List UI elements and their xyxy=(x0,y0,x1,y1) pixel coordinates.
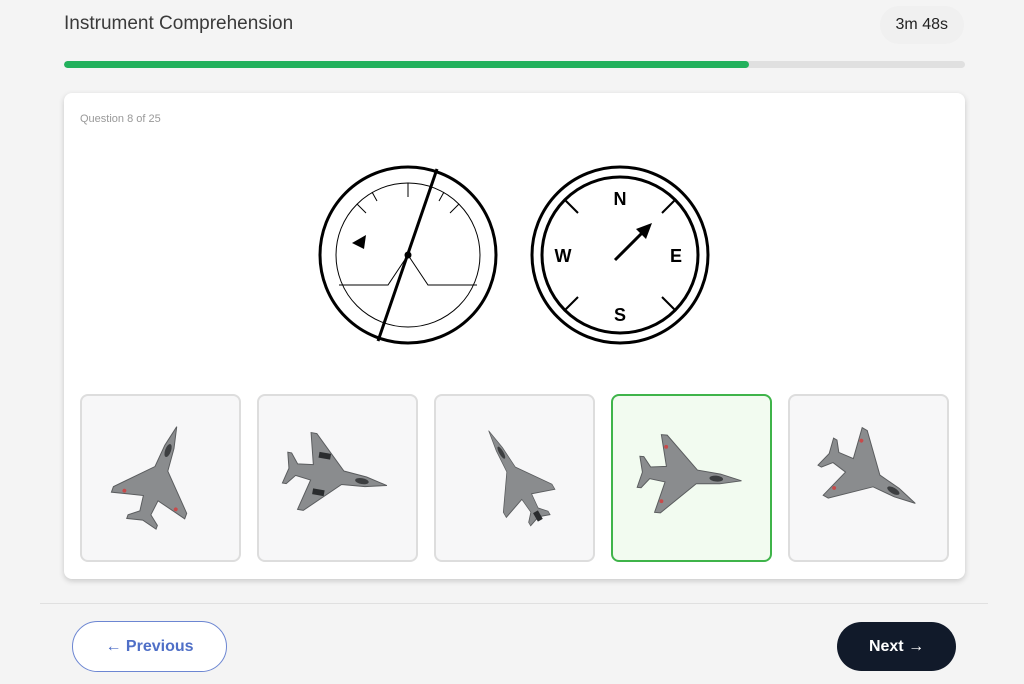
question-number: Question 8 of 25 xyxy=(80,113,161,125)
page-title: Instrument Comprehension xyxy=(64,13,294,34)
answer-options xyxy=(80,394,949,562)
answer-option-2[interactable] xyxy=(257,394,418,562)
compass-indicator: N E S W xyxy=(530,165,710,345)
jet-aircraft-icon xyxy=(488,430,556,527)
attitude-indicator xyxy=(318,165,498,345)
answer-option-5[interactable] xyxy=(788,394,949,562)
compass-n: N xyxy=(614,189,627,209)
question-card: Question 8 of 25 N E S W xyxy=(64,93,965,579)
jet-aircraft-icon xyxy=(110,426,188,530)
compass-e: E xyxy=(670,246,682,266)
timer-badge: 3m 48s xyxy=(879,6,964,44)
jet-aircraft-icon xyxy=(817,426,916,504)
previous-button[interactable]: ← Previous xyxy=(72,621,227,672)
next-button[interactable]: Next → xyxy=(837,622,956,671)
compass-w: W xyxy=(555,246,572,266)
answer-option-4[interactable] xyxy=(611,394,772,562)
footer-divider xyxy=(40,603,988,604)
progress-bar xyxy=(64,61,965,68)
compass-s: S xyxy=(614,305,626,325)
jet-aircraft-icon xyxy=(636,434,742,514)
jet-aircraft-icon xyxy=(281,431,388,511)
answer-option-3[interactable] xyxy=(434,394,595,562)
answer-option-1[interactable] xyxy=(80,394,241,562)
progress-bar-fill xyxy=(64,61,749,68)
